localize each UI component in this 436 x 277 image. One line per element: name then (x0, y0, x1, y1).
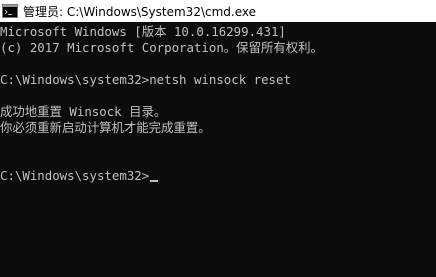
console-line-restart-notice: 你必须重新启动计算机才能完成重置。 (0, 120, 211, 135)
console-line-version: Microsoft Windows [版本 10.0.16299.431] (0, 24, 286, 39)
console-line-result: 成功地重置 Winsock 目录。 (0, 104, 167, 119)
title-bar[interactable]: 管理员: C:\Windows\System32\cmd.exe (0, 0, 436, 22)
cmd-icon (2, 4, 18, 18)
cmd-window: 管理员: C:\Windows\System32\cmd.exe Microso… (0, 0, 436, 277)
text-cursor (150, 180, 159, 182)
console-line-copyright: (c) 2017 Microsoft Corporation。保留所有权利。 (0, 40, 323, 55)
console-line-command: C:\Windows\system32>netsh winsock reset (0, 72, 291, 87)
console-prompt: C:\Windows\system32> (0, 168, 150, 183)
console-prompt-line[interactable]: C:\Windows\system32> (0, 168, 159, 184)
window-title: 管理员: C:\Windows\System32\cmd.exe (23, 4, 256, 19)
console-output[interactable]: Microsoft Windows [版本 10.0.16299.431] (c… (0, 22, 436, 277)
